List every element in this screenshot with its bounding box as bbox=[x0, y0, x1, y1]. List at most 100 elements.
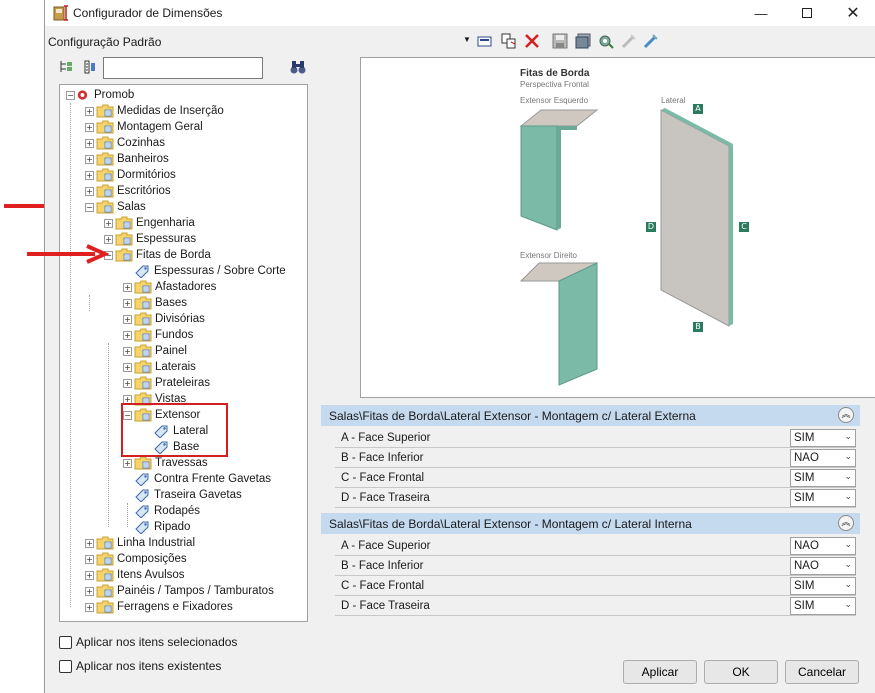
tree-node-espessuras[interactable]: + Espessuras bbox=[104, 231, 196, 247]
expand-icon[interactable]: + bbox=[85, 570, 94, 580]
tree-node-montagem[interactable]: + Montagem Geral bbox=[85, 119, 203, 135]
import-button[interactable] bbox=[643, 33, 659, 49]
expand-icon[interactable]: + bbox=[85, 554, 94, 564]
property-select[interactable]: SIM ⌄ bbox=[790, 597, 856, 615]
tree-node-salas[interactable]: − Salas bbox=[85, 199, 146, 215]
save-button[interactable] bbox=[552, 33, 568, 49]
tree-search-input[interactable] bbox=[103, 57, 263, 79]
binoculars-search-icon[interactable] bbox=[290, 60, 306, 74]
section-header[interactable]: Salas\Fitas de Borda\Lateral Extensor - … bbox=[321, 513, 860, 534]
expand-icon[interactable]: + bbox=[85, 586, 94, 596]
tree-node-linha-industrial[interactable]: + Linha Industrial bbox=[85, 535, 195, 551]
folder-icon bbox=[96, 168, 114, 182]
tree-node-engenharia[interactable]: + Engenharia bbox=[104, 215, 195, 231]
tree-node-ripado[interactable]: Ripado bbox=[134, 519, 190, 535]
settings-button[interactable] bbox=[598, 33, 614, 49]
apply-existing-checkbox[interactable] bbox=[59, 660, 72, 673]
delete-config-button[interactable] bbox=[524, 33, 540, 49]
tree-node-root[interactable]: − Promob bbox=[66, 87, 134, 103]
promob-logo-icon bbox=[77, 90, 88, 100]
collapse-button[interactable]: ︽ bbox=[838, 407, 854, 423]
tree-node-prateleiras[interactable]: + Prateleiras bbox=[123, 375, 210, 391]
expand-icon[interactable]: + bbox=[123, 458, 132, 468]
tree-node-fitas[interactable]: − Fitas de Borda bbox=[104, 247, 211, 263]
property-select[interactable]: NAO ⌄ bbox=[790, 537, 856, 555]
badge-c: C bbox=[739, 222, 749, 232]
tree-node-ferragens[interactable]: + Ferragens e Fixadores bbox=[85, 599, 233, 615]
tree-node-contra-frente[interactable]: Contra Frente Gavetas bbox=[134, 471, 271, 487]
expand-icon[interactable]: + bbox=[85, 602, 94, 612]
folder-icon bbox=[115, 248, 133, 262]
property-select[interactable]: SIM ⌄ bbox=[790, 489, 856, 507]
save-all-button[interactable] bbox=[575, 33, 591, 49]
tree-node-fundos[interactable]: + Fundos bbox=[123, 327, 193, 343]
collapse-icon[interactable]: − bbox=[66, 90, 75, 100]
expand-icon[interactable]: + bbox=[85, 138, 94, 148]
property-select[interactable]: SIM ⌄ bbox=[790, 429, 856, 447]
maximize-button[interactable] bbox=[784, 0, 830, 26]
expand-icon[interactable]: + bbox=[85, 154, 94, 164]
tree-node-itens-avulsos[interactable]: + Itens Avulsos bbox=[85, 567, 185, 583]
tree-node-dormitorios[interactable]: + Dormitórios bbox=[85, 167, 176, 183]
expand-icon[interactable]: + bbox=[104, 234, 113, 244]
tree-node-paineis[interactable]: + Painéis / Tampos / Tamburatos bbox=[85, 583, 274, 599]
expand-icon[interactable]: + bbox=[123, 282, 132, 292]
new-config-button[interactable] bbox=[477, 33, 493, 49]
export-button[interactable] bbox=[621, 33, 637, 49]
expand-icon[interactable]: + bbox=[85, 170, 94, 180]
tree-node-label: Painel bbox=[155, 345, 187, 357]
expand-icon[interactable]: + bbox=[85, 106, 94, 116]
property-select[interactable]: NAO ⌄ bbox=[790, 449, 856, 467]
tree-node-divisorias[interactable]: + Divisórias bbox=[123, 311, 205, 327]
tree-node-espessuras-sobre-corte[interactable]: Espessuras / Sobre Corte bbox=[134, 263, 286, 279]
tree-list-icon[interactable] bbox=[83, 60, 97, 74]
collapse-button[interactable]: ︽ bbox=[838, 515, 854, 531]
ok-button[interactable]: OK bbox=[704, 660, 778, 684]
expand-icon[interactable]: + bbox=[85, 122, 94, 132]
property-select[interactable]: SIM ⌄ bbox=[790, 577, 856, 595]
expand-icon[interactable]: + bbox=[85, 538, 94, 548]
copy-config-button[interactable] bbox=[501, 33, 517, 49]
tree-node-rodapes[interactable]: Rodapés bbox=[134, 503, 200, 519]
expand-icon[interactable]: + bbox=[85, 186, 94, 196]
expand-icon[interactable]: + bbox=[123, 346, 132, 356]
apply-selected-checkbox[interactable] bbox=[59, 636, 72, 649]
expand-icon[interactable]: + bbox=[123, 378, 132, 388]
tree-node-traseira[interactable]: Traseira Gavetas bbox=[134, 487, 242, 503]
apply-selected-label: Aplicar nos itens selecionados bbox=[76, 635, 238, 649]
title-bar: Configurador de Dimensões — ✕ bbox=[45, 0, 875, 26]
section-header[interactable]: Salas\Fitas de Borda\Lateral Extensor - … bbox=[321, 405, 860, 426]
category-tree[interactable]: − Promob + Medidas de Inserção + Montagem Ger… bbox=[59, 84, 308, 622]
tree-node-afastadores[interactable]: + Afastadores bbox=[123, 279, 216, 295]
configuration-select[interactable]: Configuração Padrão bbox=[48, 35, 161, 49]
minimize-button[interactable]: — bbox=[738, 0, 784, 26]
configuration-dropdown-icon[interactable]: ▼ bbox=[463, 35, 471, 44]
cancel-button[interactable]: Cancelar bbox=[785, 660, 859, 684]
section-lateral-externa: Salas\Fitas de Borda\Lateral Extensor - … bbox=[321, 405, 860, 513]
expand-icon[interactable]: + bbox=[123, 314, 132, 324]
tree-node-bases[interactable]: + Bases bbox=[123, 295, 187, 311]
tree-node-laterais[interactable]: + Laterais bbox=[123, 359, 196, 375]
tree-node-travessas[interactable]: + Travessas bbox=[123, 455, 208, 471]
folder-icon bbox=[134, 344, 152, 358]
tree-node-label: Espessuras bbox=[136, 233, 197, 245]
expand-icon[interactable]: + bbox=[123, 362, 132, 372]
preview-title: Fitas de Borda bbox=[520, 68, 590, 79]
close-button[interactable]: ✕ bbox=[830, 0, 875, 26]
collapse-icon[interactable]: − bbox=[85, 202, 94, 212]
property-select[interactable]: NAO ⌄ bbox=[790, 557, 856, 575]
expand-icon[interactable]: + bbox=[104, 218, 113, 228]
expand-icon[interactable]: + bbox=[123, 330, 132, 340]
tree-node-cozinhas[interactable]: + Cozinhas bbox=[85, 135, 165, 151]
tree-node-painel[interactable]: + Painel bbox=[123, 343, 187, 359]
folder-icon bbox=[96, 152, 114, 166]
tree-node-banheiros[interactable]: + Banheiros bbox=[85, 151, 169, 167]
chevron-down-icon: ⌄ bbox=[844, 580, 852, 590]
tree-node-escritorios[interactable]: + Escritórios bbox=[85, 183, 171, 199]
tree-node-medidas[interactable]: + Medidas de Inserção bbox=[85, 103, 224, 119]
tree-node-composicoes[interactable]: + Composições bbox=[85, 551, 187, 567]
property-select[interactable]: SIM ⌄ bbox=[790, 469, 856, 487]
apply-button[interactable]: Aplicar bbox=[623, 660, 697, 684]
expand-icon[interactable]: + bbox=[123, 298, 132, 308]
tree-structure-icon[interactable] bbox=[59, 60, 73, 74]
